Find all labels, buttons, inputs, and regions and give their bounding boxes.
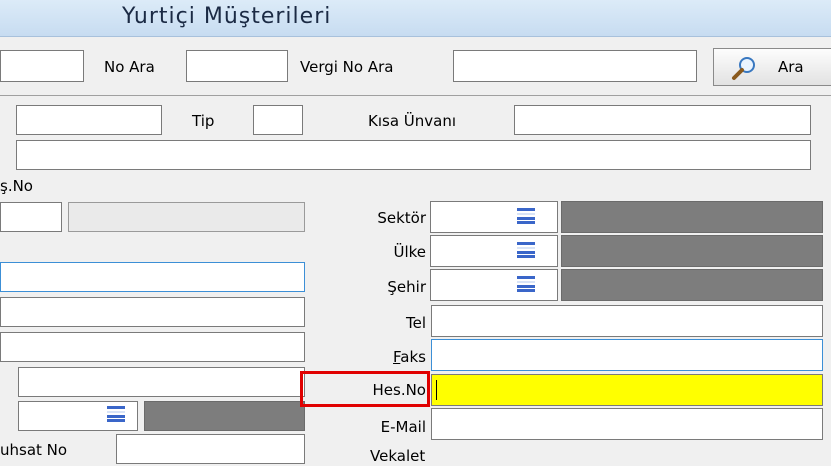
is-no-label: ş.No [0,177,33,195]
divider [0,95,831,96]
vergi-no-ara-input[interactable] [453,50,697,82]
no-ara-input[interactable] [186,50,288,82]
window-title: Yurtiçi Müşterileri [122,4,332,29]
search-field-left[interactable] [0,50,84,82]
no-ara-label: No Ara [104,58,155,76]
tip-input[interactable] [253,105,303,135]
sehir-lookup-field[interactable] [430,269,558,301]
tip-label: Tip [192,112,215,130]
vekalet-label: Vekalet [370,447,426,465]
sektor-label: Sektör [377,209,426,227]
sehir-description [561,269,823,301]
ara-button-label: Ara [778,58,804,76]
ulke-lookup-field[interactable] [430,235,558,267]
sektor-lookup-field[interactable] [430,201,558,233]
sehir-list-icon[interactable] [517,276,535,292]
hes-no-label: Hes.No [372,381,427,399]
tel-label: Tel [405,314,426,332]
ara-button[interactable]: Ara [713,48,831,86]
tel-input[interactable] [431,305,823,337]
ulke-list-icon[interactable] [517,242,535,258]
left-lookup-description [144,401,305,431]
is-no-description [68,202,305,232]
magnifier-icon [732,57,755,80]
ruhsat-no-label: uhsat No [0,441,68,459]
text-cursor [436,380,437,400]
left-lookup-field[interactable] [18,401,138,431]
email-label: E-Mail [380,418,426,436]
sehir-label: Şehir [387,278,426,296]
is-no-input[interactable] [0,202,62,232]
window-title-bar: Yurtiçi Müşterileri [0,0,831,37]
left-field-4[interactable] [18,367,305,397]
ruhsat-no-input[interactable] [116,434,305,464]
sektor-description [561,201,823,233]
ulke-label: Ülke [393,243,426,261]
faks-label: Faks [393,348,426,366]
code-input[interactable] [16,105,162,135]
unvan-input[interactable] [16,140,811,170]
left-field-3[interactable] [0,332,305,362]
vergi-no-ara-label: Vergi No Ara [300,58,394,76]
faks-input[interactable] [431,339,823,371]
ulke-description [561,235,823,267]
left-field-1[interactable] [0,262,305,292]
sektor-list-icon[interactable] [517,208,535,224]
kisa-unvan-label: Kısa Ünvanı [368,112,457,130]
left-field-2[interactable] [0,297,305,327]
lookup-list-icon[interactable] [107,406,125,422]
kisa-unvan-input[interactable] [514,105,811,135]
hes-no-input[interactable] [431,374,823,406]
email-input[interactable] [431,408,823,440]
